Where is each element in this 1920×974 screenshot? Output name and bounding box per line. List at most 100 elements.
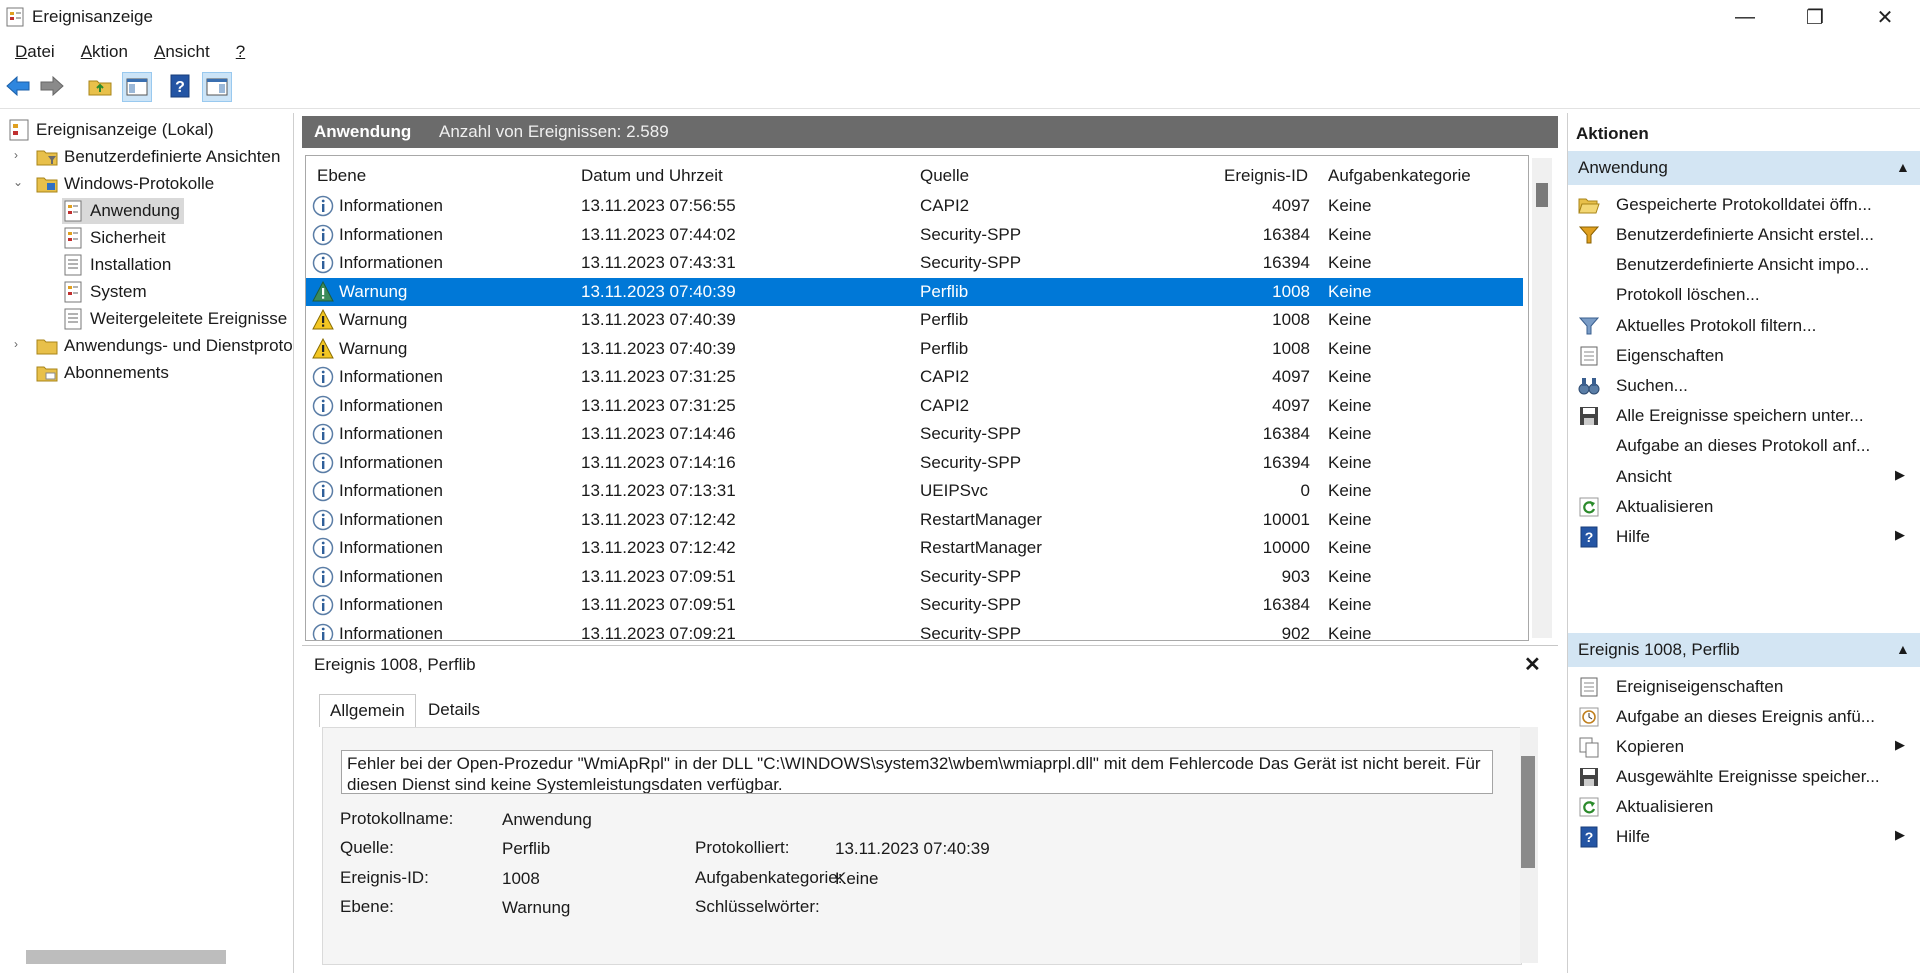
cell-event-id: 902 xyxy=(1281,623,1310,641)
filter-create-icon xyxy=(1578,224,1600,246)
cell-date: 13.11.2023 07:12:42 xyxy=(581,509,736,529)
log-action-8[interactable]: Aufgabe an dieses Protokoll anf... xyxy=(1568,431,1920,461)
event-row[interactable]: Informationen 13.11.2023 07:13:31 UEIPSvc 0… xyxy=(306,477,1523,505)
cell-task-category: Keine xyxy=(1328,310,1372,329)
information-icon xyxy=(312,566,334,588)
log-action-1[interactable]: Benutzerdefinierte Ansicht erstel... xyxy=(1568,220,1920,250)
event-row[interactable]: Informationen 13.11.2023 07:14:16 Security… xyxy=(306,449,1523,477)
actions-section-anwendung[interactable]: Anwendung ▲ xyxy=(1568,151,1920,185)
log-action-2[interactable]: Benutzerdefinierte Ansicht impo... xyxy=(1568,250,1920,280)
field-level-value: Warnung xyxy=(502,898,571,917)
close-button[interactable]: ✕ xyxy=(1850,0,1920,34)
column-header-source[interactable]: Quelle xyxy=(920,166,969,186)
maximize-button[interactable]: ❐ xyxy=(1780,0,1850,34)
log-page-icon xyxy=(64,308,82,330)
cell-event-id: 10000 xyxy=(1262,538,1310,557)
event-row[interactable]: Warnung 13.11.2023 07:40:39 Perflib 1008 Kei… xyxy=(306,277,1523,306)
menu-datei[interactable]: Datei xyxy=(0,36,66,64)
expand-chevron-icon[interactable]: › xyxy=(14,337,18,351)
tab-allgemein[interactable]: Allgemein xyxy=(319,694,416,727)
information-icon xyxy=(312,395,334,417)
event-row[interactable]: Informationen 13.11.2023 07:09:51 Security… xyxy=(306,563,1523,591)
forward-button[interactable] xyxy=(38,72,66,100)
event-row[interactable]: Informationen 13.11.2023 07:14:46 Security… xyxy=(306,420,1523,448)
log-action-10[interactable]: Aktualisieren xyxy=(1568,492,1920,522)
event-action-1[interactable]: Aufgabe an dieses Ereignis anfü... xyxy=(1568,702,1920,732)
event-list-scrollbar[interactable] xyxy=(1532,158,1552,638)
minimize-button[interactable]: — xyxy=(1710,0,1780,34)
column-header-task-category[interactable]: Aufgabenkategorie xyxy=(1328,166,1471,186)
tree-item-subscriptions[interactable]: Abonnements xyxy=(36,360,169,386)
detail-scroll-thumb[interactable] xyxy=(1521,756,1535,868)
tree-horizontal-scrollbar[interactable] xyxy=(26,950,226,964)
tab-details[interactable]: Details xyxy=(418,694,490,726)
event-row[interactable]: Informationen 13.11.2023 07:44:02 Security… xyxy=(306,221,1523,249)
help-button[interactable]: ? xyxy=(166,72,194,100)
column-header-event-id[interactable]: Ereignis-ID xyxy=(1224,166,1308,186)
event-action-2[interactable]: Kopieren ▶ xyxy=(1568,732,1920,762)
event-message[interactable]: Fehler bei der Open-Prozedur "WmiApRpl" … xyxy=(341,750,1493,794)
cell-task-category: Keine xyxy=(1328,338,1372,358)
expand-chevron-icon[interactable]: › xyxy=(14,148,18,162)
actions-section-event[interactable]: Ereignis 1008, Perflib ▲ xyxy=(1568,633,1920,667)
event-row[interactable]: Informationen 13.11.2023 07:31:25 CAPI2 409… xyxy=(306,363,1523,391)
back-arrow-icon xyxy=(6,75,30,97)
actions-title: Aktionen xyxy=(1576,124,1649,143)
cell-date: 13.11.2023 07:09:51 xyxy=(581,595,736,614)
event-row[interactable]: Informationen 13.11.2023 07:12:42 RestartM… xyxy=(306,506,1523,534)
tree-item-windows-logs[interactable]: Windows-Protokolle xyxy=(36,171,214,197)
log-action-11[interactable]: ? Hilfe ▶ xyxy=(1568,522,1920,552)
tree-root[interactable]: Ereignisanzeige (Lokal) xyxy=(8,117,214,143)
log-icon xyxy=(64,227,82,249)
action-label: Ereigniseigenschaften xyxy=(1616,677,1784,696)
log-action-9[interactable]: Ansicht ▶ xyxy=(1568,462,1920,492)
tree-item-installation[interactable]: Installation xyxy=(62,252,171,278)
cell-source: CAPI2 xyxy=(920,367,970,386)
tree-item-sicherheit[interactable]: Sicherheit xyxy=(62,225,166,251)
properties-icon xyxy=(1578,676,1600,698)
action-label: Alle Ereignisse speichern unter... xyxy=(1616,406,1864,425)
field-logged-label: Protokolliert: xyxy=(695,838,790,857)
properties-icon xyxy=(1578,345,1600,367)
detail-close-icon[interactable]: ✕ xyxy=(1524,652,1541,677)
event-row[interactable]: Warnung 13.11.2023 07:40:39 Perflib 1008 Kei… xyxy=(306,335,1523,363)
tree-item-system[interactable]: System xyxy=(62,279,147,305)
forward-arrow-icon xyxy=(40,75,64,97)
event-row[interactable]: Informationen 13.11.2023 07:31:25 CAPI2 409… xyxy=(306,392,1523,420)
event-row[interactable]: Informationen 13.11.2023 07:09:51 Security… xyxy=(306,591,1523,619)
column-header-date[interactable]: Datum und Uhrzeit xyxy=(581,166,723,186)
collapse-chevron-icon[interactable]: ⌄ xyxy=(13,175,23,189)
show-hide-tree-button[interactable] xyxy=(122,72,152,102)
event-list-scroll-thumb[interactable] xyxy=(1536,183,1548,207)
event-row[interactable]: Warnung 13.11.2023 07:40:39 Perflib 1008 Kei… xyxy=(306,306,1523,334)
menu-ansicht[interactable]: Ansicht xyxy=(139,36,221,64)
event-action-3[interactable]: Ausgewählte Ereignisse speicher... xyxy=(1568,762,1920,792)
log-action-4[interactable]: Aktuelles Protokoll filtern... xyxy=(1568,311,1920,341)
column-header-level[interactable]: Ebene xyxy=(317,166,366,186)
menu-help[interactable]: ? xyxy=(221,36,256,64)
up-folder-button[interactable] xyxy=(86,72,114,100)
tree-item-app-service-logs[interactable]: Anwendungs- und Dienstprotokolle xyxy=(36,333,292,359)
information-icon xyxy=(312,623,334,640)
tree-item-forwarded-events[interactable]: Weitergeleitete Ereignisse xyxy=(62,306,292,332)
event-action-0[interactable]: Ereigniseigenschaften xyxy=(1568,672,1920,702)
event-action-5[interactable]: ? Hilfe ▶ xyxy=(1568,822,1920,852)
submenu-arrow-icon: ▶ xyxy=(1895,737,1905,752)
tree-item-custom-views[interactable]: Benutzerdefinierte Ansichten xyxy=(36,144,280,170)
event-action-4[interactable]: Aktualisieren xyxy=(1568,792,1920,822)
log-action-3[interactable]: Protokoll löschen... xyxy=(1568,280,1920,310)
log-action-0[interactable]: Gespeicherte Protokolldatei öffn... xyxy=(1568,190,1920,220)
cell-level: Informationen xyxy=(339,224,443,244)
event-row[interactable]: Informationen 13.11.2023 07:12:42 RestartM… xyxy=(306,534,1523,562)
cell-task-category: Keine xyxy=(1328,481,1372,500)
event-row[interactable]: Informationen 13.11.2023 07:43:31 Security… xyxy=(306,249,1523,277)
log-action-6[interactable]: Suchen... xyxy=(1568,371,1920,401)
menu-aktion[interactable]: Aktion xyxy=(66,36,139,64)
back-button[interactable] xyxy=(4,72,32,100)
show-hide-action-pane-button[interactable] xyxy=(202,72,232,102)
event-row[interactable]: Informationen 13.11.2023 07:09:21 Security… xyxy=(306,620,1523,641)
event-row[interactable]: Informationen 13.11.2023 07:56:55 CAPI2 409… xyxy=(306,192,1523,220)
tree-item-anwendung[interactable]: Anwendung xyxy=(62,198,184,224)
log-action-5[interactable]: Eigenschaften xyxy=(1568,341,1920,371)
log-action-7[interactable]: Alle Ereignisse speichern unter... xyxy=(1568,401,1920,431)
